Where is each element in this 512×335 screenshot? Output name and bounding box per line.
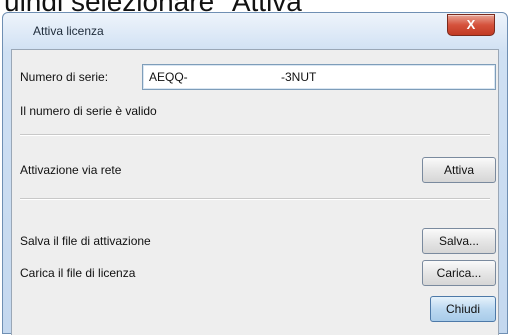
- dialog-content: Numero di serie: AEQQ- -3NUT Il numero d…: [11, 49, 499, 335]
- serial-number-input[interactable]: AEQQ- -3NUT: [142, 64, 496, 90]
- window-close-button[interactable]: X: [447, 14, 495, 36]
- close-icon: X: [466, 17, 476, 32]
- divider: [20, 134, 490, 136]
- serial-status-text: Il numero di serie è valido: [20, 104, 157, 118]
- network-activation-label: Attivazione via rete: [20, 163, 122, 177]
- activate-button[interactable]: Attiva: [422, 157, 496, 183]
- serial-value-start: AEQQ-: [149, 70, 188, 84]
- serial-value-end: -3NUT: [281, 70, 317, 84]
- save-activation-file-label: Salva il file di attivazione: [20, 234, 151, 248]
- title-bar[interactable]: Attiva licenza X: [3, 13, 507, 49]
- window-title: Attiva licenza: [33, 24, 104, 38]
- serial-label: Numero di serie:: [20, 70, 109, 84]
- load-license-file-label: Carica il file di licenza: [20, 266, 136, 280]
- dialog-window: Attiva licenza X Numero di serie: AEQQ- …: [2, 12, 508, 335]
- save-button[interactable]: Salva...: [422, 228, 496, 254]
- divider: [20, 198, 490, 200]
- load-button[interactable]: Carica...: [422, 260, 496, 286]
- close-dialog-button[interactable]: Chiudi: [430, 296, 496, 322]
